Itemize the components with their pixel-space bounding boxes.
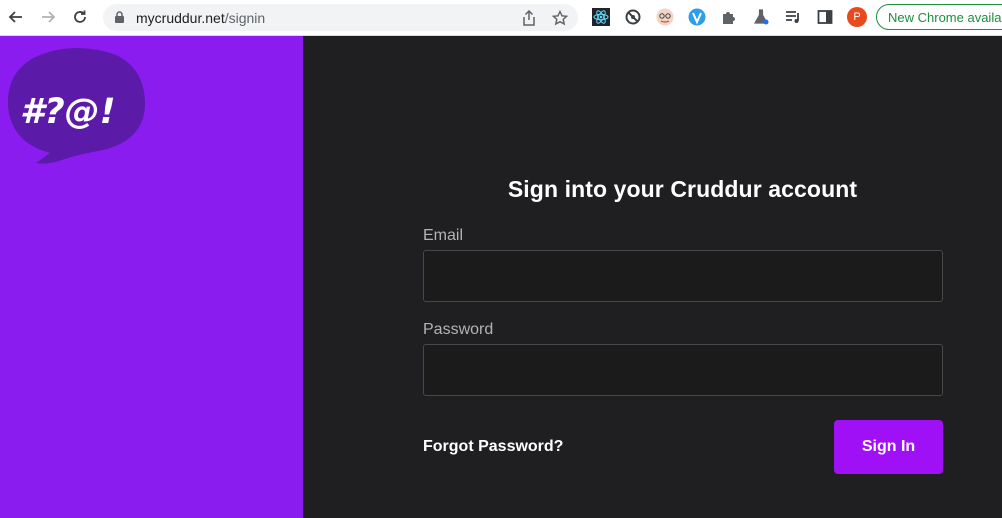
new-chrome-label: New Chrome available xyxy=(888,10,1002,25)
media-queue-button[interactable] xyxy=(784,8,802,26)
password-field[interactable] xyxy=(423,344,943,396)
email-label: Email xyxy=(423,227,464,244)
browser-toolbar: mycruddur.net/signin P New Chrome availa… xyxy=(0,0,1002,36)
url-path: /signin xyxy=(224,10,266,26)
share-icon xyxy=(523,10,535,26)
react-devtools-icon xyxy=(592,8,610,26)
share-button[interactable] xyxy=(520,9,538,27)
lock-icon xyxy=(115,11,124,23)
reload-icon xyxy=(74,10,86,23)
forward-button[interactable] xyxy=(38,7,58,27)
avatar-extension-button[interactable] xyxy=(656,8,674,26)
lab-extension-button[interactable] xyxy=(752,8,770,26)
url-domain: mycruddur.net xyxy=(136,10,225,26)
vimium-extension-button[interactable] xyxy=(688,8,706,26)
puzzle-icon xyxy=(723,12,735,24)
address-bar[interactable]: mycruddur.net/signin xyxy=(103,4,578,31)
arrow-right-icon xyxy=(42,11,56,23)
signin-panel: Sign into your Cruddur account Email Pas… xyxy=(303,36,1002,518)
sync-extension-button[interactable] xyxy=(624,8,642,26)
reload-button[interactable] xyxy=(70,7,90,27)
cruddur-logo: #?@! xyxy=(7,48,146,164)
avatar-extension-icon xyxy=(656,8,674,26)
flask-icon xyxy=(753,9,769,25)
sidepanel-icon xyxy=(817,10,833,24)
sync-icon xyxy=(625,9,641,25)
profile-avatar[interactable]: P xyxy=(847,7,867,27)
new-chrome-available-button[interactable]: New Chrome available xyxy=(876,4,1002,30)
bookmark-button[interactable] xyxy=(551,9,569,27)
vimium-icon xyxy=(688,8,706,26)
react-devtools-button[interactable] xyxy=(592,8,610,26)
page-title: Sign into your Cruddur account xyxy=(507,176,858,202)
password-label: Password xyxy=(423,321,494,338)
star-icon xyxy=(552,10,568,26)
sign-in-button[interactable]: Sign In xyxy=(834,420,943,474)
profile-initial: P xyxy=(853,11,861,23)
logo-text: #?@! xyxy=(20,92,116,132)
email-field[interactable] xyxy=(423,250,943,302)
url-text: mycruddur.net/signin xyxy=(136,10,265,26)
extensions-button[interactable] xyxy=(720,8,738,26)
arrow-left-icon xyxy=(8,11,22,23)
forgot-password-link[interactable]: Forgot Password? xyxy=(423,438,563,456)
brand-panel: #?@! xyxy=(0,36,303,518)
back-button[interactable] xyxy=(6,7,26,27)
media-queue-icon xyxy=(786,11,799,23)
side-panel-button[interactable] xyxy=(816,8,834,26)
